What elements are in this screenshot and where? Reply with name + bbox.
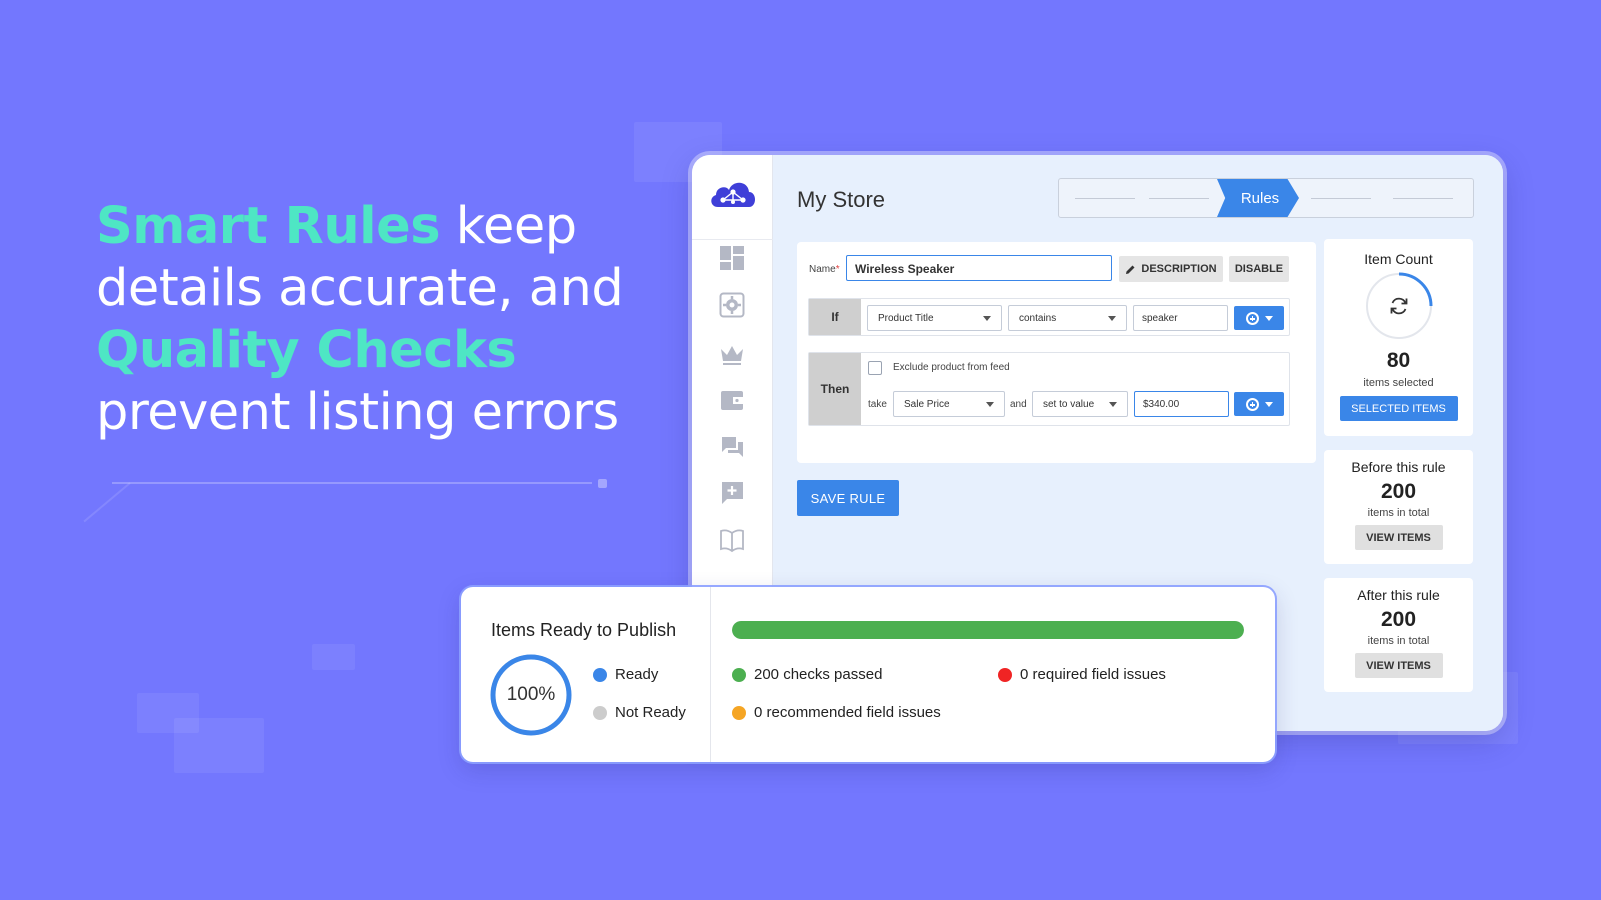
exclude-label: Exclude product from feed bbox=[893, 362, 1010, 373]
legend-ready: Ready bbox=[593, 666, 658, 683]
if-label: If bbox=[809, 299, 861, 335]
exclude-checkbox[interactable] bbox=[868, 361, 882, 375]
chat-icon[interactable] bbox=[719, 434, 745, 460]
required-issues-label: 0 required field issues bbox=[1020, 666, 1166, 683]
warning-dot bbox=[732, 705, 746, 720]
after-rule-card: After this rule 200 items in total VIEW … bbox=[1324, 578, 1473, 692]
add-action-button[interactable] bbox=[1234, 392, 1284, 416]
decorative-square bbox=[312, 644, 355, 670]
quality-progress-fill bbox=[732, 621, 1244, 639]
view-items-button-before[interactable]: VIEW ITEMS bbox=[1354, 525, 1443, 550]
before-rule-title: Before this rule bbox=[1351, 459, 1446, 475]
if-value-input[interactable]: speaker bbox=[1133, 305, 1228, 331]
view-items-button-after[interactable]: VIEW ITEMS bbox=[1354, 653, 1443, 678]
after-rule-value: 200 bbox=[1380, 608, 1417, 631]
step-placeholder[interactable] bbox=[1149, 198, 1209, 199]
headline: Smart Rules keep details accurate, and Q… bbox=[96, 196, 656, 444]
selected-items-button[interactable]: SELECTED ITEMS bbox=[1339, 396, 1458, 421]
success-dot bbox=[732, 667, 746, 682]
publish-title: Items Ready to Publish bbox=[491, 620, 677, 640]
step-placeholder[interactable] bbox=[1393, 198, 1453, 199]
then-action-row: Then Exclude product from feed take Sale… bbox=[808, 352, 1290, 426]
checks-passed-label: 200 checks passed bbox=[754, 666, 883, 683]
pencil-icon bbox=[1126, 265, 1135, 274]
then-value-input[interactable]: $340.00 bbox=[1134, 391, 1229, 417]
legend-ready-label: Ready bbox=[615, 666, 659, 683]
take-label: take bbox=[868, 399, 887, 410]
add-comment-icon[interactable] bbox=[719, 480, 745, 506]
step-rules-active[interactable]: Rules bbox=[1217, 179, 1299, 217]
decorative-line bbox=[112, 482, 592, 484]
dashboard-icon[interactable] bbox=[719, 245, 745, 271]
if-field-select[interactable]: Product Title bbox=[867, 305, 1002, 331]
recommended-issues-label: 0 recommended field issues bbox=[754, 704, 941, 721]
disable-button[interactable]: DISABLE bbox=[1229, 256, 1289, 282]
legend-not-ready: Not Ready bbox=[593, 704, 686, 721]
wallet-icon[interactable] bbox=[719, 387, 745, 413]
headline-accent-quality-checks: Quality Checks bbox=[96, 321, 517, 380]
rule-name-input[interactable]: Wireless Speaker bbox=[846, 255, 1112, 281]
cloud-logo-icon[interactable] bbox=[708, 177, 758, 211]
headline-accent-smart-rules: Smart Rules bbox=[96, 197, 441, 256]
rule-editor-card: Name* Wireless Speaker DESCRIPTION DISAB… bbox=[797, 242, 1316, 463]
if-operator-select[interactable]: contains bbox=[1008, 305, 1127, 331]
then-action-select[interactable]: set to value bbox=[1032, 391, 1128, 417]
before-rule-subtitle: items in total bbox=[1367, 507, 1430, 519]
publish-divider bbox=[710, 587, 711, 762]
after-rule-title: After this rule bbox=[1357, 587, 1440, 603]
page-title: My Store bbox=[797, 187, 886, 212]
add-condition-button[interactable] bbox=[1234, 306, 1284, 330]
name-label: Name* bbox=[809, 264, 840, 275]
then-field-select[interactable]: Sale Price bbox=[893, 391, 1005, 417]
step-placeholder[interactable] bbox=[1311, 198, 1371, 199]
crown-icon[interactable] bbox=[719, 341, 745, 367]
decorative-line bbox=[83, 482, 131, 523]
add-circle-icon bbox=[1245, 311, 1259, 325]
before-rule-card: Before this rule 200 items in total VIEW… bbox=[1324, 450, 1473, 564]
item-count-value: 80 bbox=[1386, 349, 1411, 372]
legend-not-ready-label: Not Ready bbox=[615, 704, 686, 721]
settings-icon[interactable] bbox=[719, 292, 745, 318]
chevron-down-icon bbox=[1264, 315, 1273, 321]
item-count-card: Item Count 80 items selected SELECTED IT… bbox=[1324, 239, 1473, 436]
then-label: Then bbox=[809, 353, 861, 425]
decorative-square bbox=[174, 718, 264, 773]
recommended-issues-item: 0 recommended field issues bbox=[732, 704, 941, 721]
and-label: and bbox=[1010, 399, 1027, 410]
item-count-subtitle: items selected bbox=[1363, 377, 1434, 389]
step-placeholder[interactable] bbox=[1075, 198, 1135, 199]
stepper: Rules bbox=[1058, 178, 1474, 218]
after-rule-subtitle: items in total bbox=[1367, 635, 1430, 647]
required-issues-item: 0 required field issues bbox=[998, 666, 1166, 683]
description-button[interactable]: DESCRIPTION bbox=[1119, 256, 1223, 282]
save-rule-button[interactable]: SAVE RULE bbox=[797, 480, 899, 516]
publish-status-card: Items Ready to Publish 100% Ready Not Re… bbox=[461, 587, 1275, 762]
refresh-icon[interactable] bbox=[1388, 295, 1410, 317]
add-circle-icon bbox=[1245, 397, 1259, 411]
description-button-label: DESCRIPTION bbox=[1141, 263, 1217, 275]
if-condition-row: If Product Title contains speaker bbox=[808, 298, 1290, 336]
sidebar-divider bbox=[692, 239, 773, 240]
ready-dot bbox=[593, 667, 607, 682]
decorative-dot bbox=[598, 479, 607, 488]
ready-percent-label: 100% bbox=[506, 684, 556, 705]
quality-progress-bar bbox=[732, 621, 1244, 639]
book-icon[interactable] bbox=[719, 527, 745, 553]
error-dot bbox=[998, 667, 1012, 682]
checks-passed-item: 200 checks passed bbox=[732, 666, 882, 683]
headline-text-end: prevent listing errors bbox=[96, 383, 619, 442]
not-ready-dot bbox=[593, 705, 607, 720]
chevron-down-icon bbox=[1264, 401, 1273, 407]
item-count-title: Item Count bbox=[1364, 251, 1433, 267]
before-rule-value: 200 bbox=[1380, 480, 1417, 503]
